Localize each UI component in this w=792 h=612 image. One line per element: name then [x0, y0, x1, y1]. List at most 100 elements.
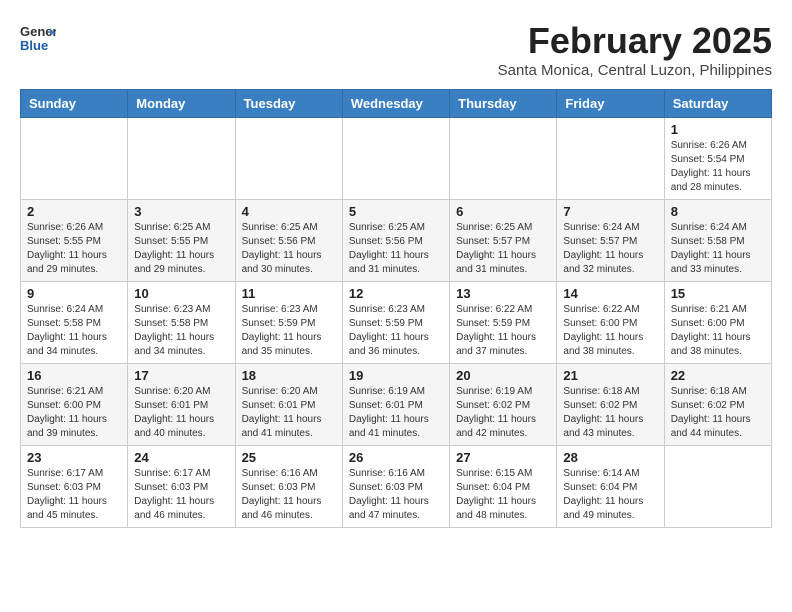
day-number: 22: [671, 368, 765, 383]
day-info: Sunrise: 6:23 AM Sunset: 5:59 PM Dayligh…: [349, 303, 443, 359]
day-number: 16: [27, 368, 121, 383]
day-info: Sunrise: 6:18 AM Sunset: 6:02 PM Dayligh…: [563, 385, 657, 441]
calendar-cell: [128, 118, 235, 200]
day-info: Sunrise: 6:24 AM Sunset: 5:57 PM Dayligh…: [563, 221, 657, 277]
calendar-week-row: 2 Sunrise: 6:26 AM Sunset: 5:55 PM Daylig…: [21, 200, 772, 282]
calendar-cell: [664, 446, 771, 528]
calendar-cell: 7 Sunrise: 6:24 AM Sunset: 5:57 PM Daylig…: [557, 200, 664, 282]
day-info: Sunrise: 6:14 AM Sunset: 6:04 PM Dayligh…: [563, 467, 657, 523]
day-number: 18: [242, 368, 336, 383]
calendar-cell: 10 Sunrise: 6:23 AM Sunset: 5:58 PM Dayli…: [128, 282, 235, 364]
day-number: 4: [242, 204, 336, 219]
calendar-cell: 15 Sunrise: 6:21 AM Sunset: 6:00 PM Dayli…: [664, 282, 771, 364]
day-number: 28: [563, 450, 657, 465]
calendar-cell: 1Sunrise: 6:26 AM Sunset: 5:54 PM Daylig…: [664, 118, 771, 200]
day-info: Sunrise: 6:16 AM Sunset: 6:03 PM Dayligh…: [349, 467, 443, 523]
day-of-week-header: Monday: [128, 90, 235, 118]
calendar-cell: 20 Sunrise: 6:19 AM Sunset: 6:02 PM Dayli…: [450, 364, 557, 446]
calendar-cell: 16 Sunrise: 6:21 AM Sunset: 6:00 PM Dayli…: [21, 364, 128, 446]
day-info: Sunrise: 6:23 AM Sunset: 5:59 PM Dayligh…: [242, 303, 336, 359]
day-number: 21: [563, 368, 657, 383]
calendar-cell: 28 Sunrise: 6:14 AM Sunset: 6:04 PM Dayli…: [557, 446, 664, 528]
day-info: Sunrise: 6:25 AM Sunset: 5:56 PM Dayligh…: [242, 221, 336, 277]
calendar-week-row: 9Sunrise: 6:24 AM Sunset: 5:58 PM Daylig…: [21, 282, 772, 364]
day-info: Sunrise: 6:22 AM Sunset: 5:59 PM Dayligh…: [456, 303, 550, 359]
day-info: Sunrise: 6:18 AM Sunset: 6:02 PM Dayligh…: [671, 385, 765, 441]
calendar-cell: 27 Sunrise: 6:15 AM Sunset: 6:04 PM Dayli…: [450, 446, 557, 528]
month-title: February 2025: [498, 20, 772, 62]
calendar-cell: [557, 118, 664, 200]
calendar-cell: 26Sunrise: 6:16 AM Sunset: 6:03 PM Dayli…: [342, 446, 449, 528]
day-number: 2: [27, 204, 121, 219]
day-info: Sunrise: 6:26 AM Sunset: 5:55 PM Dayligh…: [27, 221, 121, 277]
day-number: 15: [671, 286, 765, 301]
day-info: Sunrise: 6:17 AM Sunset: 6:03 PM Dayligh…: [134, 467, 228, 523]
day-number: 6: [456, 204, 550, 219]
calendar-cell: [21, 118, 128, 200]
day-number: 19: [349, 368, 443, 383]
title-block: February 2025 Santa Monica, Central Luzo…: [498, 20, 772, 79]
day-number: 14: [563, 286, 657, 301]
calendar-cell: 4 Sunrise: 6:25 AM Sunset: 5:56 PM Daylig…: [235, 200, 342, 282]
day-number: 11: [242, 286, 336, 301]
calendar-cell: 22 Sunrise: 6:18 AM Sunset: 6:02 PM Dayli…: [664, 364, 771, 446]
day-number: 27: [456, 450, 550, 465]
day-info: Sunrise: 6:24 AM Sunset: 5:58 PM Dayligh…: [671, 221, 765, 277]
calendar-table: SundayMondayTuesdayWednesdayThursdayFrid…: [20, 89, 772, 528]
day-number: 25: [242, 450, 336, 465]
calendar-week-row: 16 Sunrise: 6:21 AM Sunset: 6:00 PM Dayli…: [21, 364, 772, 446]
calendar-cell: 21 Sunrise: 6:18 AM Sunset: 6:02 PM Dayli…: [557, 364, 664, 446]
day-info: Sunrise: 6:22 AM Sunset: 6:00 PM Dayligh…: [563, 303, 657, 359]
day-of-week-header: Saturday: [664, 90, 771, 118]
day-number: 12: [349, 286, 443, 301]
day-info: Sunrise: 6:25 AM Sunset: 5:57 PM Dayligh…: [456, 221, 550, 277]
day-number: 7: [563, 204, 657, 219]
calendar-cell: [450, 118, 557, 200]
calendar-cell: 11 Sunrise: 6:23 AM Sunset: 5:59 PM Dayli…: [235, 282, 342, 364]
calendar-cell: 25Sunrise: 6:16 AM Sunset: 6:03 PM Dayli…: [235, 446, 342, 528]
calendar-header-row: SundayMondayTuesdayWednesdayThursdayFrid…: [21, 90, 772, 118]
day-info: Sunrise: 6:25 AM Sunset: 5:55 PM Dayligh…: [134, 221, 228, 277]
day-info: Sunrise: 6:25 AM Sunset: 5:56 PM Dayligh…: [349, 221, 443, 277]
day-info: Sunrise: 6:21 AM Sunset: 6:00 PM Dayligh…: [671, 303, 765, 359]
day-number: 3: [134, 204, 228, 219]
calendar-cell: 6 Sunrise: 6:25 AM Sunset: 5:57 PM Daylig…: [450, 200, 557, 282]
day-info: Sunrise: 6:20 AM Sunset: 6:01 PM Dayligh…: [242, 385, 336, 441]
day-info: Sunrise: 6:19 AM Sunset: 6:02 PM Dayligh…: [456, 385, 550, 441]
day-of-week-header: Tuesday: [235, 90, 342, 118]
day-info: Sunrise: 6:21 AM Sunset: 6:00 PM Dayligh…: [27, 385, 121, 441]
location: Santa Monica, Central Luzon, Philippines: [498, 62, 772, 79]
calendar-cell: 18 Sunrise: 6:20 AM Sunset: 6:01 PM Dayli…: [235, 364, 342, 446]
calendar-cell: 24 Sunrise: 6:17 AM Sunset: 6:03 PM Dayli…: [128, 446, 235, 528]
calendar-cell: [342, 118, 449, 200]
day-number: 24: [134, 450, 228, 465]
calendar-cell: 8 Sunrise: 6:24 AM Sunset: 5:58 PM Daylig…: [664, 200, 771, 282]
day-number: 10: [134, 286, 228, 301]
day-of-week-header: Thursday: [450, 90, 557, 118]
logo: General Blue: [20, 20, 56, 61]
svg-text:Blue: Blue: [20, 38, 48, 53]
calendar-cell: 23 Sunrise: 6:17 AM Sunset: 6:03 PM Dayli…: [21, 446, 128, 528]
day-of-week-header: Friday: [557, 90, 664, 118]
calendar-cell: 13 Sunrise: 6:22 AM Sunset: 5:59 PM Dayli…: [450, 282, 557, 364]
day-of-week-header: Sunday: [21, 90, 128, 118]
day-number: 9: [27, 286, 121, 301]
day-info: Sunrise: 6:23 AM Sunset: 5:58 PM Dayligh…: [134, 303, 228, 359]
day-number: 5: [349, 204, 443, 219]
calendar-week-row: 23 Sunrise: 6:17 AM Sunset: 6:03 PM Dayli…: [21, 446, 772, 528]
day-number: 13: [456, 286, 550, 301]
calendar-week-row: 1Sunrise: 6:26 AM Sunset: 5:54 PM Daylig…: [21, 118, 772, 200]
calendar-cell: 14 Sunrise: 6:22 AM Sunset: 6:00 PM Dayli…: [557, 282, 664, 364]
day-number: 20: [456, 368, 550, 383]
day-info: Sunrise: 6:19 AM Sunset: 6:01 PM Dayligh…: [349, 385, 443, 441]
calendar-cell: 9Sunrise: 6:24 AM Sunset: 5:58 PM Daylig…: [21, 282, 128, 364]
day-number: 8: [671, 204, 765, 219]
day-info: Sunrise: 6:17 AM Sunset: 6:03 PM Dayligh…: [27, 467, 121, 523]
day-info: Sunrise: 6:15 AM Sunset: 6:04 PM Dayligh…: [456, 467, 550, 523]
calendar-cell: 2 Sunrise: 6:26 AM Sunset: 5:55 PM Daylig…: [21, 200, 128, 282]
calendar-cell: 17Sunrise: 6:20 AM Sunset: 6:01 PM Dayli…: [128, 364, 235, 446]
calendar-cell: 12 Sunrise: 6:23 AM Sunset: 5:59 PM Dayli…: [342, 282, 449, 364]
day-info: Sunrise: 6:26 AM Sunset: 5:54 PM Dayligh…: [671, 139, 765, 195]
day-of-week-header: Wednesday: [342, 90, 449, 118]
day-number: 23: [27, 450, 121, 465]
